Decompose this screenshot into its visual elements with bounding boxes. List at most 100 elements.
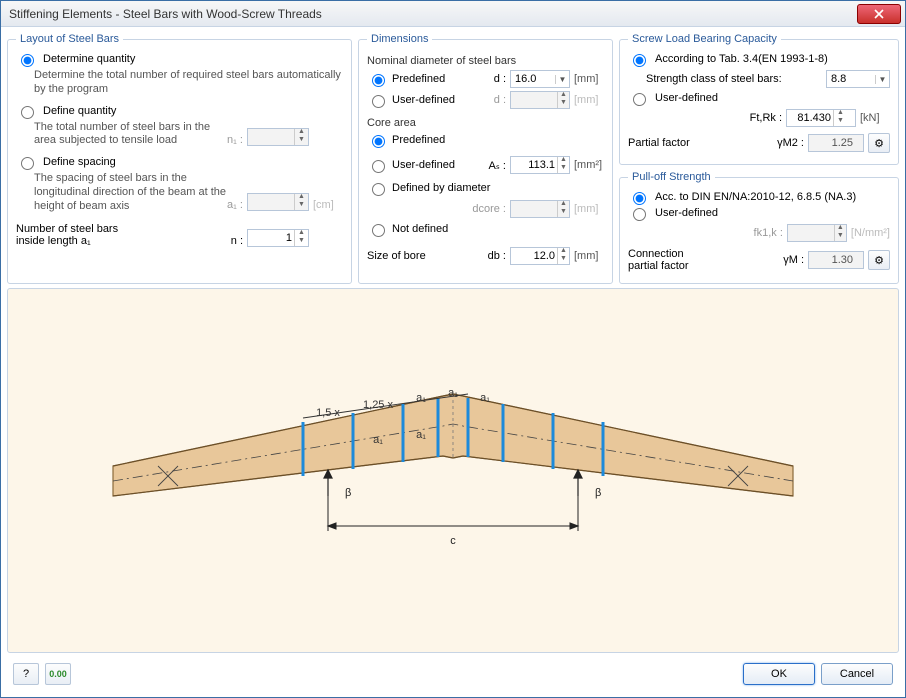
unit-d-2: [mm] — [574, 94, 604, 106]
settings-button-screw[interactable]: ⚙ — [868, 133, 890, 153]
param-d-label: d : — [494, 73, 506, 85]
radio-d-predefined[interactable] — [372, 74, 385, 87]
opt-determine-quantity[interactable]: Determine quantity — [16, 53, 343, 67]
window-title: Stiffening Elements - Steel Bars with Wo… — [9, 7, 857, 21]
param-ftrk-label: Ft,Rk : — [750, 112, 782, 124]
input-as[interactable]: ▲▼ — [510, 156, 570, 174]
input-n1: ▲▼ — [247, 128, 309, 146]
diagram-panel: 1,5 x 1,25 x a₁ a₁ a₁ a₁ a₁ — [7, 288, 899, 653]
radio-core-userdef[interactable] — [372, 160, 385, 173]
spin-down-icon: ▼ — [295, 137, 308, 145]
input-ftrk[interactable]: ▲▼ — [786, 109, 856, 127]
gear-icon: ⚙ — [874, 137, 884, 150]
param-gamma-m2-label: γM2 : — [777, 137, 804, 149]
units-button[interactable]: 0.00 — [45, 663, 71, 685]
input-dcore: ▲▼ — [510, 200, 570, 218]
opt-pulloff-userdef[interactable]: User-defined — [628, 207, 890, 221]
close-button[interactable] — [857, 4, 901, 24]
desc-determine-quantity: Determine the total number of required s… — [34, 69, 343, 97]
label-core-area: Core area — [367, 117, 604, 129]
label-pulloff-userdef: User-defined — [655, 207, 718, 219]
svg-text:a₁: a₁ — [416, 429, 426, 441]
input-a1: ▲▼ — [247, 193, 309, 211]
input-gamma-m — [808, 251, 864, 269]
label-pulloff-din: Acc. to DIN EN/NA:2010-12, 6.8.5 (NA.3) — [655, 191, 856, 203]
label-determine-quantity: Determine quantity — [43, 53, 135, 65]
label-nominal-diameter: Nominal diameter of steel bars — [367, 55, 604, 67]
param-d-label-2: d : — [494, 94, 506, 106]
radio-pulloff-userdef[interactable] — [633, 208, 646, 221]
svg-text:a₁: a₁ — [480, 392, 490, 404]
opt-pulloff-din[interactable]: Acc. to DIN EN/NA:2010-12, 6.8.5 (NA.3) — [628, 191, 890, 205]
svg-text:β: β — [345, 487, 351, 499]
legend-dimensions: Dimensions — [367, 33, 432, 45]
svg-text:β: β — [595, 487, 601, 499]
label-core-notdef: Not defined — [392, 223, 448, 235]
help-button[interactable]: ? — [13, 663, 39, 685]
label-core-predefined: Predefined — [392, 134, 445, 146]
content-area: Layout of Steel Bars Determine quantity … — [1, 27, 905, 697]
dialog-window: Stiffening Elements - Steel Bars with Wo… — [0, 0, 906, 698]
group-screw-capacity: Screw Load Bearing Capacity According to… — [619, 33, 899, 165]
ok-button[interactable]: OK — [743, 663, 815, 685]
opt-define-quantity[interactable]: Define quantity — [16, 105, 343, 119]
beam-diagram: 1,5 x 1,25 x a₁ a₁ a₁ a₁ a₁ — [73, 346, 833, 596]
label-d-predefined: Predefined — [392, 73, 445, 85]
unit-db: [mm] — [574, 250, 604, 262]
input-fk1: ▲▼ — [787, 224, 847, 242]
desc-define-spacing: The spacing of steel bars in the longitu… — [34, 172, 227, 213]
label-num-bars-2: inside length a₁ — [16, 235, 231, 247]
opt-screw-tab34[interactable]: According to Tab. 3.4(EN 1993-1-8) — [628, 53, 890, 67]
label-num-bars-1: Number of steel bars — [16, 223, 231, 235]
radio-core-predefined[interactable] — [372, 135, 385, 148]
label-define-spacing: Define spacing — [43, 156, 116, 168]
input-d-userdef: ▲▼ — [510, 91, 570, 109]
label-strength-class: Strength class of steel bars: — [646, 73, 822, 85]
opt-screw-userdef[interactable]: User-defined — [628, 92, 890, 106]
group-layout: Layout of Steel Bars Determine quantity … — [7, 33, 352, 284]
top-columns: Layout of Steel Bars Determine quantity … — [7, 33, 899, 284]
radio-define-spacing[interactable] — [21, 157, 34, 170]
label-conn-partial-2: partial factor — [628, 260, 779, 272]
radio-determine-quantity[interactable] — [21, 54, 34, 67]
unit-ftrk: [kN] — [860, 112, 890, 124]
settings-button-pulloff[interactable]: ⚙ — [868, 250, 890, 270]
legend-layout: Layout of Steel Bars — [16, 33, 123, 45]
label-conn-partial-1: Connection — [628, 248, 779, 260]
radio-screw-tab34[interactable] — [633, 54, 646, 67]
select-d[interactable]: 16.0 ▼ — [510, 70, 570, 88]
input-db[interactable]: ▲▼ — [510, 247, 570, 265]
unit-fk1: [N/mm²] — [851, 227, 890, 239]
unit-as: [mm²] — [574, 159, 604, 171]
desc-define-quantity: The total number of steel bars in the ar… — [34, 121, 227, 149]
radio-core-by-diameter[interactable] — [372, 183, 385, 196]
param-gamma-m-label: γM : — [783, 254, 804, 266]
select-strength-class[interactable]: 8.8 ▼ — [826, 70, 890, 88]
opt-define-spacing[interactable]: Define spacing — [16, 156, 343, 170]
radio-screw-userdef[interactable] — [633, 93, 646, 106]
param-n1-label: n₁ : — [227, 134, 243, 146]
label-partial-factor: Partial factor — [628, 137, 773, 149]
label-core-userdef: User-defined — [392, 159, 455, 171]
spin-down-icon: ▼ — [295, 202, 308, 210]
svg-text:a₁: a₁ — [373, 434, 383, 446]
radio-core-notdef[interactable] — [372, 224, 385, 237]
decimal-icon: 0.00 — [49, 669, 67, 679]
cancel-button[interactable]: Cancel — [821, 663, 893, 685]
param-db-label: db : — [488, 250, 506, 262]
input-n[interactable]: ▲▼ — [247, 229, 309, 247]
label-screw-tab34: According to Tab. 3.4(EN 1993-1-8) — [655, 53, 828, 65]
chevron-down-icon: ▼ — [555, 75, 569, 84]
param-n-label: n : — [231, 235, 243, 247]
svg-text:a₁: a₁ — [448, 387, 458, 399]
param-fk1-label: fk1,k : — [754, 227, 783, 239]
unit-a1: [cm] — [313, 199, 343, 211]
spin-down-icon[interactable]: ▼ — [295, 238, 308, 246]
label-screw-userdef: User-defined — [655, 92, 718, 104]
radio-define-quantity[interactable] — [21, 106, 34, 119]
radio-pulloff-din[interactable] — [633, 192, 646, 205]
legend-pulloff: Pull-off Strength — [628, 171, 715, 183]
label-d-userdef: User-defined — [392, 94, 455, 106]
radio-d-userdef[interactable] — [372, 95, 385, 108]
label-bore: Size of bore — [367, 250, 426, 262]
